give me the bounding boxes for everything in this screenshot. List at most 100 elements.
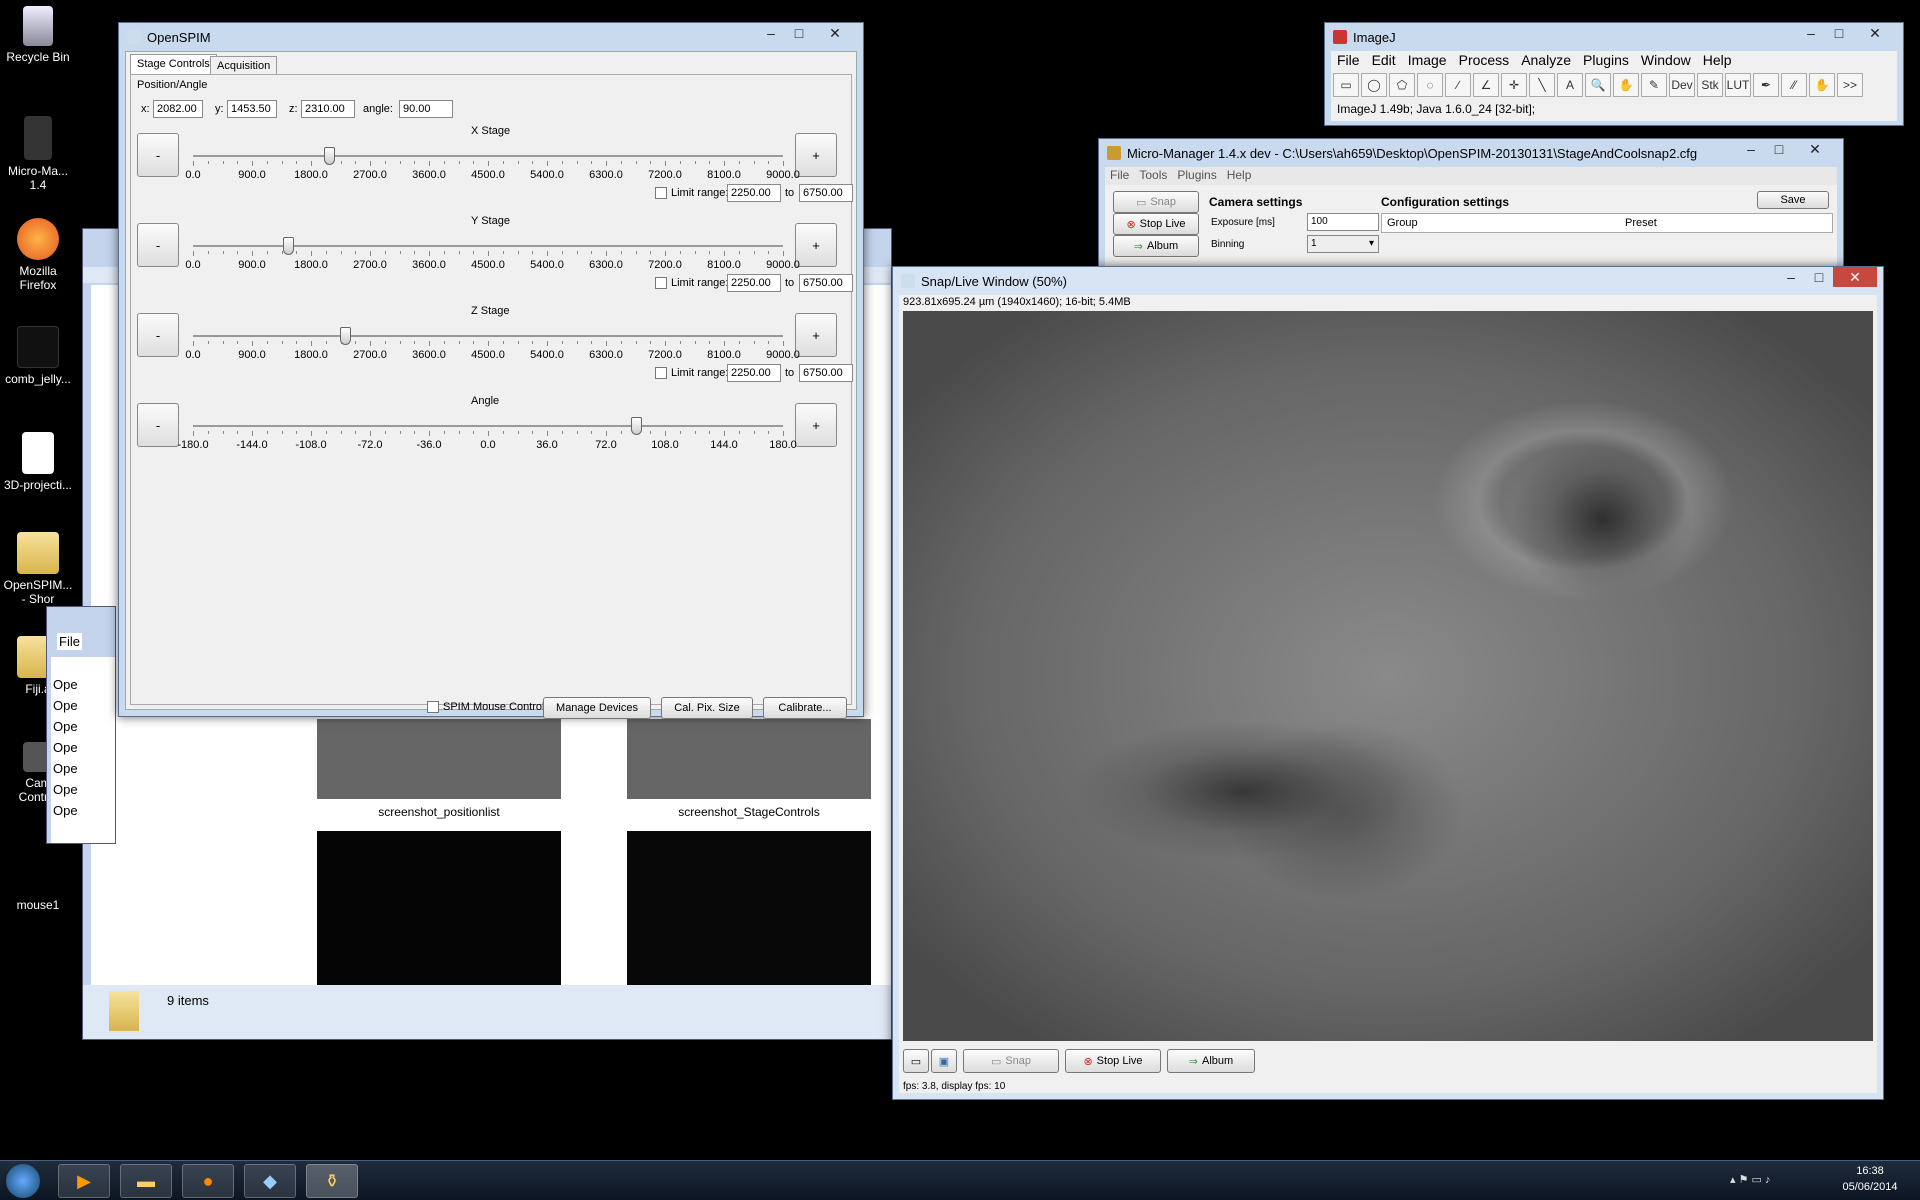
tray-flag-icon[interactable]: ▴ ⚑ ▭ ♪ bbox=[1730, 1173, 1770, 1186]
ope-item[interactable]: Ope bbox=[53, 782, 78, 797]
clock-date[interactable]: 05/06/2014 bbox=[1830, 1181, 1910, 1193]
limit-range-checkbox[interactable] bbox=[655, 187, 667, 199]
stop-live-button[interactable]: ⊗ Stop Live bbox=[1065, 1049, 1161, 1073]
desktop-icon-3d-projection[interactable]: 3D-projecti... bbox=[0, 432, 76, 492]
mm-menu-item[interactable]: Tools bbox=[1134, 167, 1172, 185]
taskbar-java-app[interactable]: ◆ bbox=[244, 1164, 296, 1198]
ope-item[interactable]: Ope bbox=[53, 719, 78, 734]
imagej-tool-icon[interactable]: A bbox=[1557, 73, 1583, 97]
limit-range-checkbox[interactable] bbox=[655, 277, 667, 289]
minimize-button[interactable]: – bbox=[757, 23, 785, 43]
stage-minus-button[interactable]: - bbox=[137, 223, 179, 267]
imagej-tool-icon[interactable]: ✎ bbox=[1641, 73, 1667, 97]
open-folder-button[interactable]: ▭ bbox=[903, 1049, 929, 1073]
album-button[interactable]: ⇒ Album bbox=[1167, 1049, 1255, 1073]
limit-to-field[interactable]: 6750.00 bbox=[799, 184, 853, 202]
imagej-menu-item[interactable]: Help bbox=[1697, 51, 1738, 71]
maximize-button[interactable]: □ bbox=[1805, 267, 1833, 287]
maximize-button[interactable]: □ bbox=[785, 23, 813, 43]
maximize-button[interactable]: □ bbox=[1825, 23, 1853, 43]
imagej-tool-icon[interactable]: Stk bbox=[1697, 73, 1723, 97]
slider-thumb[interactable] bbox=[339, 327, 351, 345]
slider-thumb[interactable] bbox=[630, 417, 642, 435]
x-field[interactable]: 2082.00 bbox=[153, 100, 203, 118]
stage-plus-button[interactable]: + bbox=[795, 133, 837, 177]
y-field[interactable]: 1453.50 bbox=[227, 100, 277, 118]
imagej-tool-icon[interactable]: ◌ bbox=[1417, 73, 1443, 97]
thumbnail-positionlist[interactable] bbox=[317, 719, 561, 799]
file-menu[interactable]: File bbox=[57, 633, 82, 650]
slider-thumb[interactable] bbox=[282, 237, 294, 255]
ope-item[interactable]: Ope bbox=[53, 803, 78, 818]
close-button[interactable]: ✕ bbox=[813, 23, 857, 43]
imagej-tool-icon[interactable]: Dev bbox=[1669, 73, 1695, 97]
imagej-tool-icon[interactable]: ✒ bbox=[1753, 73, 1779, 97]
close-button[interactable]: ✕ bbox=[1833, 267, 1877, 287]
thumbnail-dark-2[interactable] bbox=[627, 831, 871, 985]
taskbar-explorer[interactable]: ▬ bbox=[120, 1164, 172, 1198]
mm-menu-item[interactable]: Plugins bbox=[1172, 167, 1221, 185]
taskbar-media-player[interactable]: ▶ bbox=[58, 1164, 110, 1198]
stage-plus-button[interactable]: + bbox=[795, 403, 837, 447]
limit-from-field[interactable]: 2250.00 bbox=[727, 364, 781, 382]
stage-minus-button[interactable]: - bbox=[137, 313, 179, 357]
manage-devices-button[interactable]: Manage Devices bbox=[543, 697, 651, 719]
limit-from-field[interactable]: 2250.00 bbox=[727, 184, 781, 202]
start-button[interactable] bbox=[6, 1164, 40, 1198]
imagej-tool-icon[interactable]: ✋ bbox=[1613, 73, 1639, 97]
save-disk-button[interactable]: ▣ bbox=[931, 1049, 957, 1073]
maximize-button[interactable]: □ bbox=[1765, 139, 1793, 159]
clock-time[interactable]: 16:38 bbox=[1840, 1165, 1900, 1177]
z-field[interactable]: 2310.00 bbox=[301, 100, 355, 118]
mm-save-button[interactable]: Save bbox=[1757, 191, 1829, 209]
ope-item[interactable]: Ope bbox=[53, 740, 78, 755]
imagej-tool-icon[interactable]: >> bbox=[1837, 73, 1863, 97]
stage-minus-button[interactable]: - bbox=[137, 403, 179, 447]
imagej-menu-item[interactable]: Image bbox=[1402, 51, 1453, 71]
ope-item[interactable]: Ope bbox=[53, 761, 78, 776]
imagej-menu-item[interactable]: Process bbox=[1453, 51, 1516, 71]
imagej-tool-icon[interactable]: ✋ bbox=[1809, 73, 1835, 97]
desktop-icon-comb-jelly[interactable]: comb_jelly... bbox=[0, 326, 76, 386]
tab-acquisition[interactable]: Acquisition bbox=[210, 56, 278, 76]
imagej-menu-item[interactable]: Edit bbox=[1366, 51, 1402, 71]
cal-pix-size-button[interactable]: Cal. Pix. Size bbox=[661, 697, 753, 719]
limit-range-checkbox[interactable] bbox=[655, 367, 667, 379]
limit-to-field[interactable]: 6750.00 bbox=[799, 274, 853, 292]
thumbnail-dark-1[interactable] bbox=[317, 831, 561, 985]
imagej-tool-icon[interactable]: ◯ bbox=[1361, 73, 1387, 97]
imagej-menu-item[interactable]: File bbox=[1331, 51, 1366, 71]
tab-stage-controls[interactable]: Stage Controls bbox=[130, 54, 217, 74]
imagej-tool-icon[interactable]: ✛ bbox=[1501, 73, 1527, 97]
taskbar-micromanager[interactable]: ⚱ bbox=[306, 1164, 358, 1198]
close-button[interactable]: ✕ bbox=[1793, 139, 1837, 159]
calibrate-button[interactable]: Calibrate... bbox=[763, 697, 847, 719]
limit-from-field[interactable]: 2250.00 bbox=[727, 274, 781, 292]
thumbnail-stagecontrols[interactable] bbox=[627, 719, 871, 799]
imagej-menu-item[interactable]: Analyze bbox=[1515, 51, 1577, 71]
close-button[interactable]: ✕ bbox=[1853, 23, 1897, 43]
ope-item[interactable]: Ope bbox=[53, 677, 78, 692]
imagej-tool-icon[interactable]: ∕ bbox=[1445, 73, 1471, 97]
desktop-icon-openspim-shortcut[interactable]: OpenSPIM... - Shor bbox=[0, 532, 76, 606]
desktop-icon-firefox[interactable]: Mozilla Firefox bbox=[0, 218, 76, 292]
imagej-tool-icon[interactable]: ╲ bbox=[1529, 73, 1555, 97]
limit-to-field[interactable]: 6750.00 bbox=[799, 364, 853, 382]
mm-snap-button[interactable]: ▭ Snap bbox=[1113, 191, 1199, 213]
mm-album-button[interactable]: ⇒ Album bbox=[1113, 235, 1199, 257]
exposure-field[interactable]: 100 bbox=[1307, 213, 1379, 231]
imagej-menu-item[interactable]: Plugins bbox=[1577, 51, 1635, 71]
slider-thumb[interactable] bbox=[324, 147, 336, 165]
imagej-menu-item[interactable]: Window bbox=[1635, 51, 1697, 71]
mm-stop-live-button[interactable]: ⊗ Stop Live bbox=[1113, 213, 1199, 235]
minimize-button[interactable]: – bbox=[1737, 139, 1765, 159]
minimize-button[interactable]: – bbox=[1777, 267, 1805, 287]
desktop-icon-recycle-bin[interactable]: Recycle Bin bbox=[0, 6, 76, 64]
ope-item[interactable]: Ope bbox=[53, 698, 78, 713]
imagej-tool-icon[interactable]: ⬠ bbox=[1389, 73, 1415, 97]
stage-plus-button[interactable]: + bbox=[795, 223, 837, 267]
minimize-button[interactable]: – bbox=[1797, 23, 1825, 43]
mm-menu-item[interactable]: File bbox=[1105, 167, 1134, 185]
taskbar-firefox[interactable]: ● bbox=[182, 1164, 234, 1198]
imagej-tool-icon[interactable]: LUT bbox=[1725, 73, 1751, 97]
